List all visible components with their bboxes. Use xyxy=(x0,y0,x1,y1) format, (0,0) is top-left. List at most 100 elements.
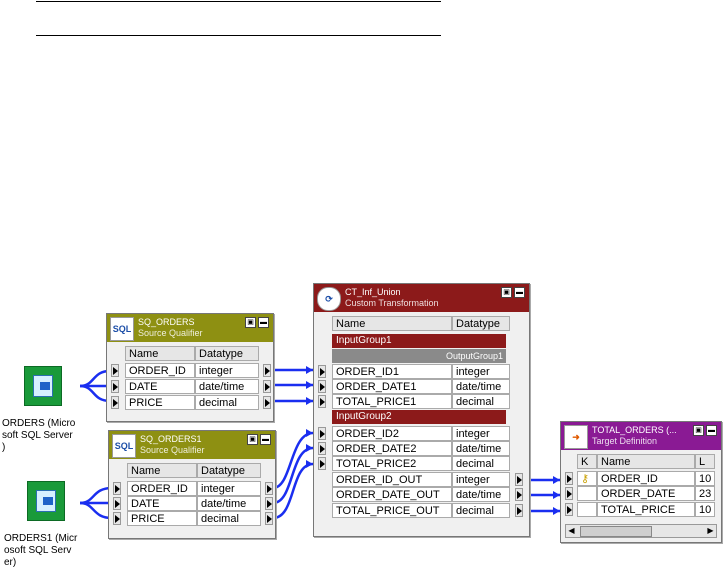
port-row[interactable]: ORDER_ID_OUT integer xyxy=(318,472,525,487)
input-port-icon[interactable] xyxy=(111,380,119,393)
input-port-icon[interactable] xyxy=(113,497,121,510)
port-name: ORDER_DATE1 xyxy=(332,379,452,394)
port-row[interactable]: TOTAL_PRICE 10 xyxy=(565,502,717,517)
port-row[interactable]: TOTAL_PRICE1 decimal xyxy=(318,394,525,409)
input-port-icon[interactable] xyxy=(318,427,326,440)
col-header-name: Name xyxy=(332,316,452,331)
output-port-icon[interactable] xyxy=(265,512,273,525)
source1-label-line3: ) xyxy=(2,442,6,453)
sql-qualifier-icon: SQL xyxy=(112,434,136,458)
restore-icon[interactable]: ▣ xyxy=(245,317,256,328)
output-port-icon[interactable] xyxy=(515,488,523,501)
horizontal-scrollbar[interactable]: ◀ ▶ xyxy=(565,524,717,538)
input-port-icon[interactable] xyxy=(318,442,326,455)
scroll-right-icon[interactable]: ▶ xyxy=(705,525,716,537)
port-row[interactable]: TOTAL_PRICE_OUT decimal xyxy=(318,503,525,518)
col-header-key: K xyxy=(577,454,597,469)
port-type: decimal xyxy=(195,395,259,410)
link-sq1-id2 xyxy=(272,431,314,490)
input-port-icon[interactable] xyxy=(318,365,326,378)
port-row[interactable]: ORDER_ID2 integer xyxy=(318,426,525,441)
table-doc-icon xyxy=(36,490,56,512)
ct-union-box[interactable]: ⟳ CT_Inf_Union Custom Transformation ▣ ▬ … xyxy=(313,283,530,537)
port-row[interactable]: PRICE decimal xyxy=(111,395,271,410)
ct-union-header[interactable]: ⟳ CT_Inf_Union Custom Transformation ▣ ▬ xyxy=(314,284,529,312)
scroll-left-icon[interactable]: ◀ xyxy=(566,525,577,537)
key-cell xyxy=(577,502,597,517)
input-port-icon[interactable] xyxy=(113,512,121,525)
output-port-icon[interactable] xyxy=(515,473,523,486)
source1-label: ORDERS (Micro soft SQL Server ) xyxy=(2,418,84,454)
port-type: integer xyxy=(452,364,510,379)
port-type: date/time xyxy=(452,441,510,456)
port-name: ORDER_DATE_OUT xyxy=(332,487,452,502)
minimize-icon[interactable]: ▬ xyxy=(514,287,525,298)
target-box[interactable]: ➜ TOTAL_ORDERS (... Target Definition ▣ ▬… xyxy=(560,421,722,543)
source2-label: ORDERS1 (Micr osoft SQL Serv er) xyxy=(4,533,86,569)
port-name: ORDER_DATE xyxy=(597,486,695,501)
key-cell xyxy=(577,486,597,501)
input-port-icon[interactable] xyxy=(318,395,326,408)
minimize-icon[interactable]: ▬ xyxy=(258,317,269,328)
sq-orders1-header[interactable]: SQL SQ_ORDERS1 Source Qualifier ▣ ▬ xyxy=(109,431,275,459)
restore-icon[interactable]: ▣ xyxy=(501,287,512,298)
output-port-icon[interactable] xyxy=(263,364,271,377)
input-port-icon[interactable] xyxy=(113,482,121,495)
sq-orders-box[interactable]: SQL SQ_ORDERS Source Qualifier ▣ ▬ Name D… xyxy=(106,313,274,422)
port-row[interactable]: ORDER_ID1 integer xyxy=(318,364,525,379)
port-name: ORDER_DATE2 xyxy=(332,441,452,456)
port-row[interactable]: ORDER_DATE1 date/time xyxy=(318,379,525,394)
port-length: 23 xyxy=(695,486,715,501)
port-name: TOTAL_PRICE2 xyxy=(332,456,452,471)
port-name: ORDER_ID1 xyxy=(332,364,452,379)
port-name: DATE xyxy=(127,496,197,511)
input-port-icon[interactable] xyxy=(111,396,119,409)
output-port-icon[interactable] xyxy=(263,396,271,409)
sql-source-icon[interactable] xyxy=(27,481,65,521)
input-port-icon[interactable] xyxy=(565,487,573,500)
col-header-name: Name xyxy=(597,454,695,469)
key-icon: ⚷ xyxy=(577,471,597,486)
target-subtitle: Target Definition xyxy=(592,436,658,446)
port-row[interactable]: TOTAL_PRICE2 decimal xyxy=(318,456,525,471)
sq-orders1-box[interactable]: SQL SQ_ORDERS1 Source Qualifier ▣ ▬ Name … xyxy=(108,430,276,539)
scroll-thumb[interactable] xyxy=(580,526,652,537)
port-row[interactable]: ORDER_DATE2 date/time xyxy=(318,441,525,456)
minimize-icon[interactable]: ▬ xyxy=(260,434,271,445)
port-row[interactable]: ORDER_ID integer xyxy=(111,363,271,378)
port-row[interactable]: PRICE decimal xyxy=(113,511,273,526)
sq-orders-subtitle: Source Qualifier xyxy=(138,328,203,338)
output-group1-bar[interactable]: OutputGroup1 xyxy=(332,349,506,363)
port-row[interactable]: DATE date/time xyxy=(113,496,273,511)
input-group2-bar[interactable]: InputGroup2 xyxy=(332,410,506,424)
input-port-icon[interactable] xyxy=(111,364,119,377)
port-length: 10 xyxy=(695,471,715,486)
port-row[interactable]: ORDER_ID integer xyxy=(113,481,273,496)
input-port-icon[interactable] xyxy=(565,472,573,485)
sql-source-icon[interactable] xyxy=(24,366,62,406)
port-row[interactable]: ⚷ ORDER_ID 10 xyxy=(565,471,717,486)
output-port-icon[interactable] xyxy=(515,504,523,517)
port-row[interactable]: DATE date/time xyxy=(111,379,271,394)
restore-icon[interactable]: ▣ xyxy=(693,425,704,436)
port-type: decimal xyxy=(452,456,510,471)
sq-orders-header[interactable]: SQL SQ_ORDERS Source Qualifier ▣ ▬ xyxy=(107,314,273,342)
target-header[interactable]: ➜ TOTAL_ORDERS (... Target Definition ▣ ▬ xyxy=(561,422,721,450)
output-port-icon[interactable] xyxy=(265,497,273,510)
output-port-icon[interactable] xyxy=(263,380,271,393)
port-name: ORDER_ID2 xyxy=(332,426,452,441)
input-group1-bar[interactable]: InputGroup1 xyxy=(332,334,506,348)
port-row[interactable]: ORDER_DATE 23 xyxy=(565,486,717,501)
input-port-icon[interactable] xyxy=(318,380,326,393)
port-name: PRICE xyxy=(127,511,197,526)
restore-icon[interactable]: ▣ xyxy=(247,434,258,445)
col-header-datatype: Datatype xyxy=(195,346,259,361)
input-port-icon[interactable] xyxy=(565,503,573,516)
custom-transformation-icon: ⟳ xyxy=(317,287,341,311)
port-type: integer xyxy=(195,363,259,378)
minimize-icon[interactable]: ▬ xyxy=(706,425,717,436)
output-port-icon[interactable] xyxy=(265,482,273,495)
port-name: TOTAL_PRICE xyxy=(597,502,695,517)
port-row[interactable]: ORDER_DATE_OUT date/time xyxy=(318,487,525,502)
input-port-icon[interactable] xyxy=(318,457,326,470)
